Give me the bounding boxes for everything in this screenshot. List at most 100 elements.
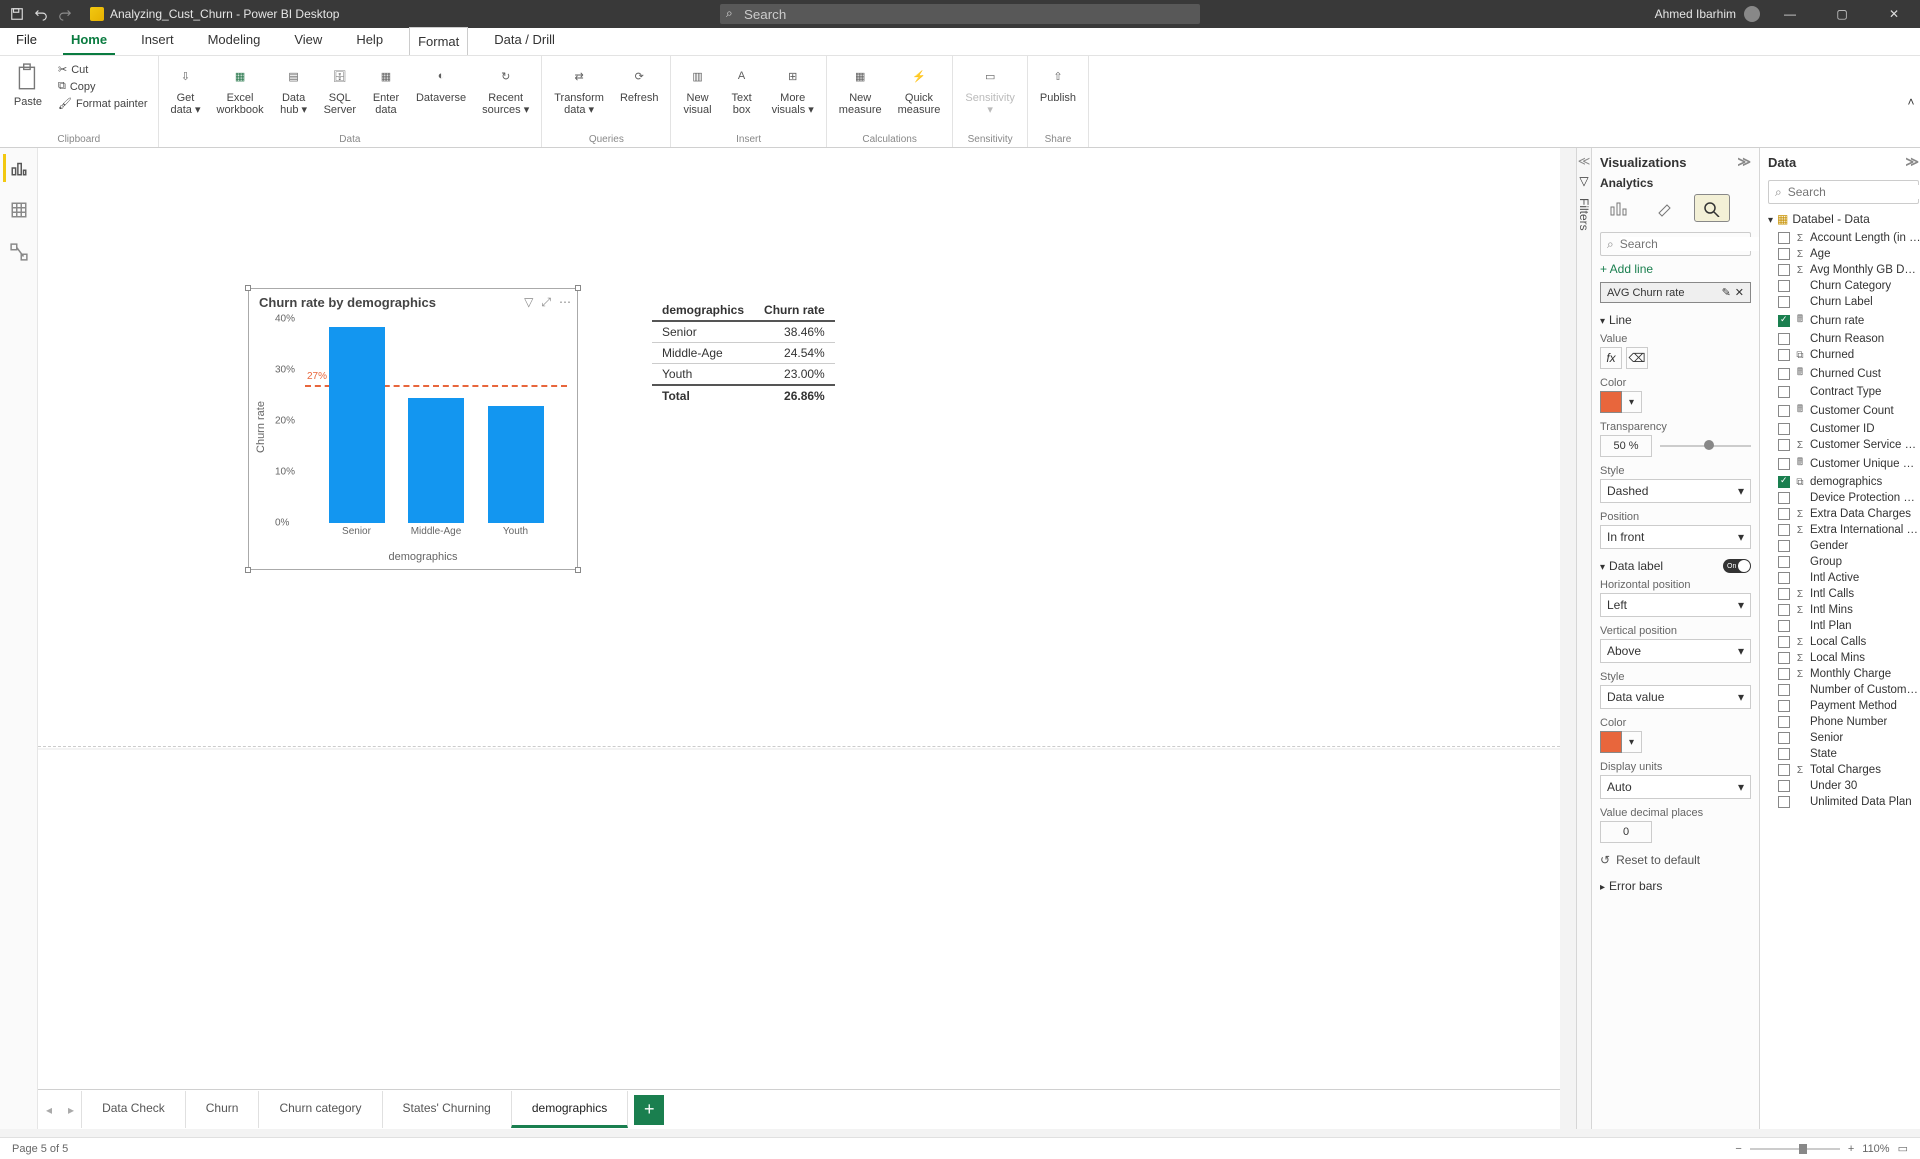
field-checkbox[interactable] xyxy=(1778,796,1790,808)
new-visual-button[interactable]: ▥New visual xyxy=(681,60,713,118)
field-checkbox[interactable] xyxy=(1778,652,1790,664)
field-row[interactable]: State xyxy=(1760,746,1920,762)
table-row[interactable]: Youth23.00% xyxy=(652,364,835,386)
menu-data-drill[interactable]: Data / Drill xyxy=(486,26,563,55)
data-label-color-picker[interactable]: ▾ xyxy=(1600,731,1751,753)
field-row[interactable]: Phone Number xyxy=(1760,714,1920,730)
field-checkbox[interactable] xyxy=(1778,248,1790,260)
field-row[interactable]: Contract Type xyxy=(1760,384,1920,400)
data-label-toggle[interactable]: On xyxy=(1723,559,1751,573)
dunits-dropdown[interactable]: Auto▾ xyxy=(1600,775,1751,799)
field-checkbox[interactable] xyxy=(1778,508,1790,520)
chart-visual[interactable]: Churn rate by demographics ▽ ⤢ ⋯ Churn r… xyxy=(248,288,578,570)
field-row[interactable]: Churn Label xyxy=(1760,294,1920,310)
format-visual-tab[interactable] xyxy=(1648,194,1684,222)
page-tab[interactable]: States' Churning xyxy=(382,1091,512,1128)
page-prev-button[interactable]: ◂ xyxy=(38,1103,60,1117)
section-error-bars[interactable]: Error bars xyxy=(1592,873,1759,895)
page-next-button[interactable]: ▸ xyxy=(60,1103,82,1117)
hpos-dropdown[interactable]: Left▾ xyxy=(1600,593,1751,617)
field-row[interactable]: ΣIntl Calls xyxy=(1760,586,1920,602)
field-checkbox[interactable] xyxy=(1778,524,1790,536)
field-checkbox[interactable] xyxy=(1778,423,1790,435)
collapse-viz-pane-button[interactable]: ≫ xyxy=(1737,154,1751,170)
field-checkbox[interactable] xyxy=(1778,264,1790,276)
col-header[interactable]: Churn rate xyxy=(754,300,835,321)
menu-file[interactable]: File xyxy=(8,26,45,55)
recent-sources-button[interactable]: ↻Recent sources ▾ xyxy=(480,60,531,118)
close-button[interactable]: ✕ xyxy=(1872,0,1916,28)
field-checkbox[interactable] xyxy=(1778,556,1790,568)
field-row[interactable]: 🖩Customer Unique Count xyxy=(1760,453,1920,474)
field-checkbox[interactable] xyxy=(1778,405,1790,417)
field-checkbox[interactable] xyxy=(1778,604,1790,616)
filter-icon[interactable]: ▽ xyxy=(524,295,533,310)
transform-data-button[interactable]: ⇄Transform data ▾ xyxy=(552,60,606,118)
minimize-button[interactable]: — xyxy=(1768,0,1812,28)
field-checkbox[interactable] xyxy=(1778,620,1790,632)
page-tab[interactable]: demographics xyxy=(511,1091,628,1128)
field-row[interactable]: Number of Customers in ... xyxy=(1760,682,1920,698)
excel-button[interactable]: ▦Excel workbook xyxy=(215,60,266,118)
field-checkbox[interactable] xyxy=(1778,684,1790,696)
field-row[interactable]: ΣCustomer Service Calls xyxy=(1760,437,1920,453)
text-box-button[interactable]: AText box xyxy=(726,60,758,118)
field-checkbox[interactable] xyxy=(1778,296,1790,308)
data-search[interactable]: ⌕ xyxy=(1768,180,1919,204)
menu-modeling[interactable]: Modeling xyxy=(200,26,269,55)
field-row[interactable]: ΣAccount Length (in mont... xyxy=(1760,230,1920,246)
bar[interactable] xyxy=(408,398,464,523)
resize-handle-icon[interactable] xyxy=(245,285,251,291)
resize-handle-icon[interactable] xyxy=(575,285,581,291)
refresh-button[interactable]: ⟳Refresh xyxy=(618,60,661,106)
slider-thumb[interactable] xyxy=(1704,440,1714,450)
build-visual-tab[interactable] xyxy=(1602,194,1638,222)
delete-icon[interactable]: ✕ xyxy=(1735,286,1744,299)
field-checkbox[interactable] xyxy=(1778,476,1790,488)
field-checkbox[interactable] xyxy=(1778,368,1790,380)
field-row[interactable]: 🖩Customer Count xyxy=(1760,400,1920,421)
field-checkbox[interactable] xyxy=(1778,780,1790,792)
new-measure-button[interactable]: ▦New measure xyxy=(837,60,884,118)
paste-button[interactable]: Paste xyxy=(10,60,46,110)
field-row[interactable]: Intl Plan xyxy=(1760,618,1920,634)
collapse-data-pane-button[interactable]: ≫ xyxy=(1905,154,1919,170)
resize-handle-icon[interactable] xyxy=(245,567,251,573)
section-data-label[interactable]: Data label On xyxy=(1592,553,1759,575)
ribbon-collapse-button[interactable]: ˄ xyxy=(1902,56,1920,147)
viz-search-input[interactable] xyxy=(1620,237,1775,251)
resize-handle-icon[interactable] xyxy=(575,567,581,573)
zoom-control[interactable]: − + 110% ▭ xyxy=(1735,1142,1908,1155)
expand-filters-icon[interactable]: ≪ xyxy=(1578,154,1591,168)
avg-churn-rate-line-chip[interactable]: AVG Churn rate ✎ ✕ xyxy=(1600,282,1751,303)
publish-button[interactable]: ⇧Publish xyxy=(1038,60,1078,106)
decimal-places-input[interactable]: 0 xyxy=(1600,821,1652,843)
fx-button[interactable]: fx xyxy=(1600,347,1622,369)
field-row[interactable]: 🖩Churn rate xyxy=(1760,310,1920,331)
field-checkbox[interactable] xyxy=(1778,588,1790,600)
menu-view[interactable]: View xyxy=(286,26,330,55)
field-checkbox[interactable] xyxy=(1778,668,1790,680)
field-checkbox[interactable] xyxy=(1778,732,1790,744)
vpos-dropdown[interactable]: Above▾ xyxy=(1600,639,1751,663)
zoom-slider[interactable] xyxy=(1750,1148,1840,1150)
col-header[interactable]: demographics xyxy=(652,300,754,321)
bar[interactable] xyxy=(329,327,385,523)
field-checkbox[interactable] xyxy=(1778,492,1790,504)
field-checkbox[interactable] xyxy=(1778,540,1790,552)
field-checkbox[interactable] xyxy=(1778,232,1790,244)
field-checkbox[interactable] xyxy=(1778,764,1790,776)
more-visuals-button[interactable]: ⊞More visuals ▾ xyxy=(770,60,816,118)
field-row[interactable]: Churn Reason xyxy=(1760,331,1920,347)
sql-server-button[interactable]: 🗄SQL Server xyxy=(322,60,358,118)
focus-mode-icon[interactable]: ⤢ xyxy=(541,295,551,310)
field-row[interactable]: ΣAvg Monthly GB Download xyxy=(1760,262,1920,278)
reset-to-default-button[interactable]: ↺Reset to default xyxy=(1592,847,1759,873)
page-tab[interactable]: Churn xyxy=(185,1091,260,1128)
field-row[interactable]: Gender xyxy=(1760,538,1920,554)
data-hub-button[interactable]: ▤Data hub ▾ xyxy=(278,60,310,118)
field-row[interactable]: ΣExtra International Charges xyxy=(1760,522,1920,538)
save-icon[interactable] xyxy=(10,7,24,21)
field-checkbox[interactable] xyxy=(1778,349,1790,361)
field-row[interactable]: ΣLocal Mins xyxy=(1760,650,1920,666)
